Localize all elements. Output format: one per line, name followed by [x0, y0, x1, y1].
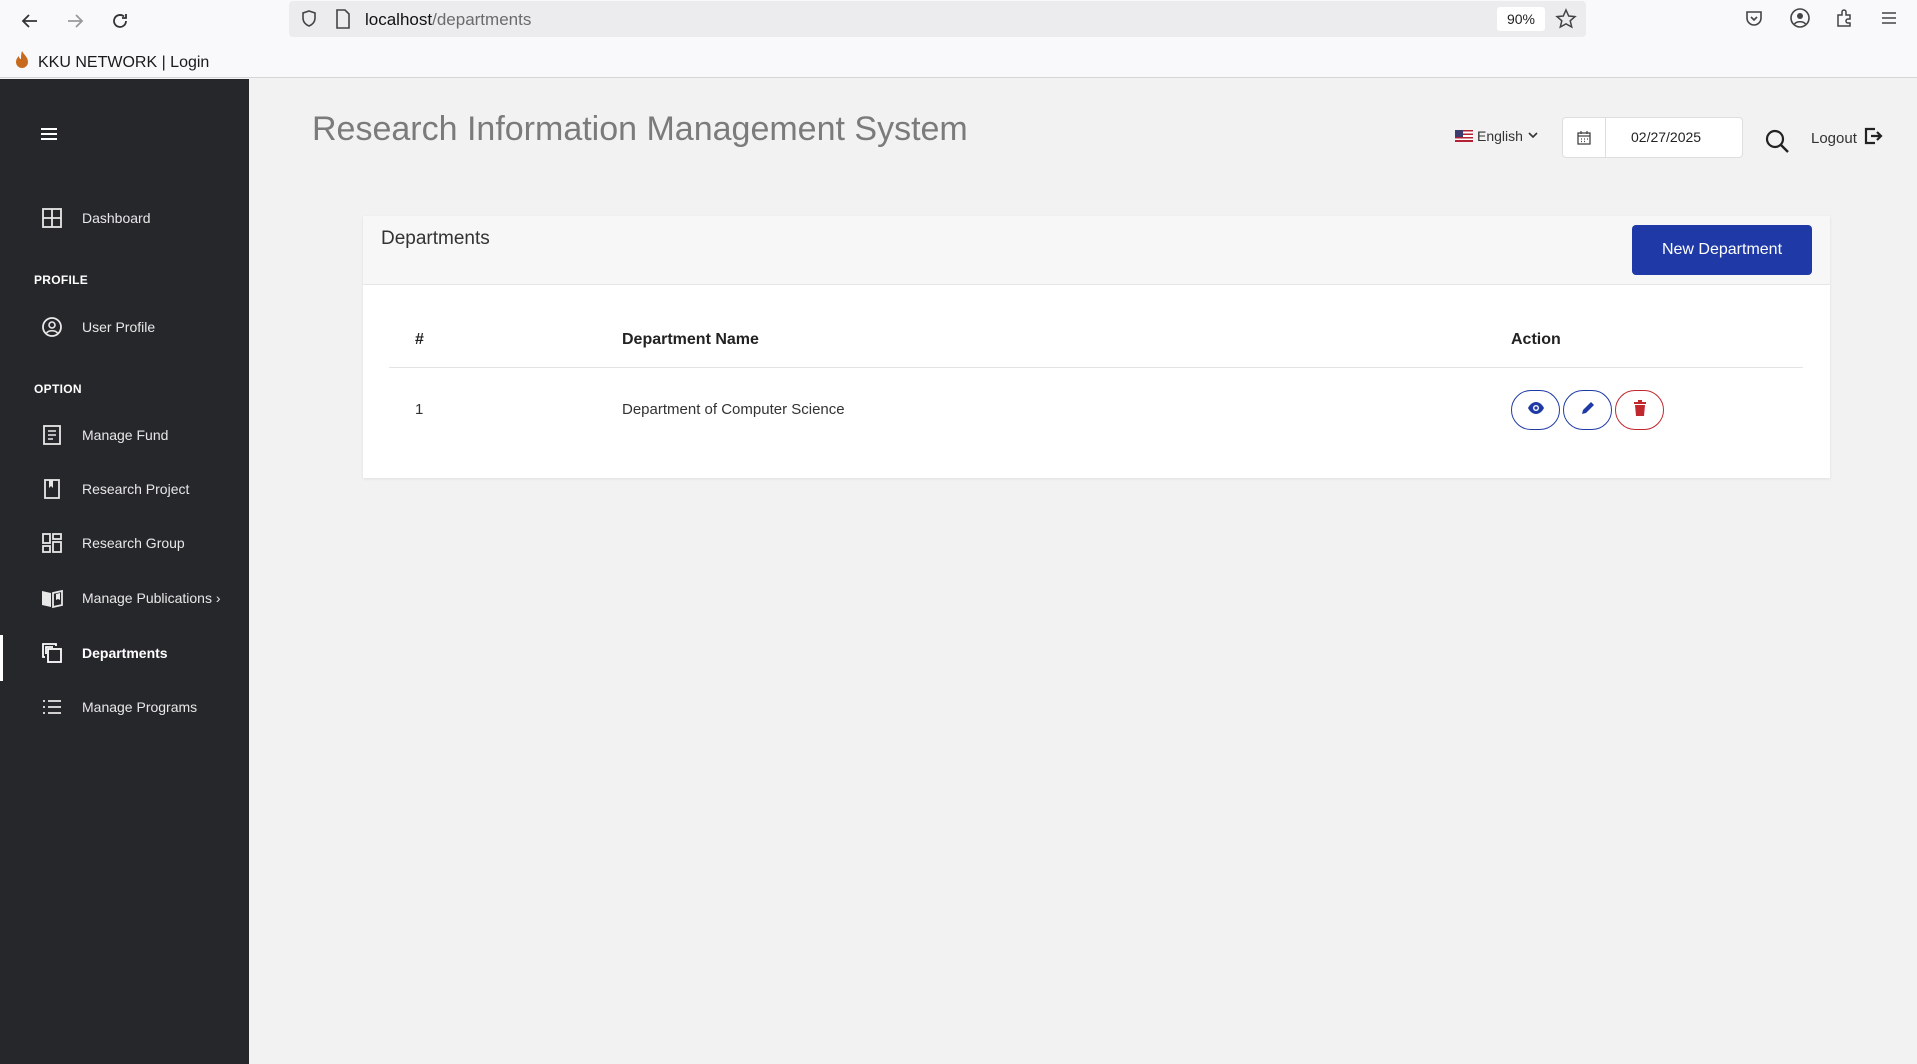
delete-button[interactable] — [1615, 390, 1664, 430]
extensions-icon[interactable] — [1834, 8, 1854, 33]
trash-icon — [1633, 399, 1647, 421]
new-department-button[interactable]: New Department — [1632, 225, 1812, 275]
url-text: localhost/departments — [365, 10, 532, 29]
address-bar[interactable]: localhost/departments 90% — [289, 1, 1586, 37]
logout-label: Logout — [1811, 129, 1857, 147]
browser-toolbar: localhost/departments 90% — [0, 0, 1917, 40]
forward-icon[interactable] — [60, 6, 90, 36]
sidebar-item-departments[interactable]: Departments — [0, 633, 249, 681]
date-value: 02/27/2025 — [1631, 129, 1702, 145]
sidebar-item-label: Dashboard — [82, 210, 151, 226]
copy-icon — [40, 641, 64, 665]
page-icon — [335, 9, 351, 34]
date-picker[interactable]: 02/27/2025 — [1562, 117, 1743, 158]
zoom-level[interactable]: 90% — [1497, 7, 1545, 31]
sidebar-item-label: Departments — [82, 645, 168, 661]
book-open-icon — [40, 586, 64, 610]
list-icon — [40, 695, 64, 719]
sidebar-item-label: Manage Fund — [82, 427, 169, 443]
departments-card: Departments New Department # Department … — [363, 216, 1830, 478]
sidebar-item-user-profile[interactable]: User Profile — [0, 307, 249, 347]
pencil-icon — [1580, 400, 1596, 421]
sidebar-item-label: Research Group — [82, 535, 185, 551]
language-label: English — [1477, 128, 1523, 144]
grid-icon — [40, 206, 64, 230]
sidebar-item-manage-programs[interactable]: Manage Programs — [0, 687, 249, 727]
reload-icon[interactable] — [105, 6, 135, 36]
card-title: Departments — [381, 228, 490, 249]
sidebar-item-label: User Profile — [82, 319, 156, 335]
sidebar-item-research-group[interactable]: Research Group — [0, 523, 249, 563]
section-option: OPTION — [34, 382, 82, 396]
column-header-action: Action — [1511, 331, 1561, 348]
back-icon[interactable] — [15, 6, 45, 36]
column-header-index: # — [415, 331, 424, 348]
bookmarks-bar: KKU NETWORK | Login — [0, 40, 1917, 78]
column-header-department-name: Department Name — [622, 331, 759, 348]
row-index: 1 — [415, 401, 424, 418]
view-button[interactable] — [1511, 390, 1560, 430]
sidebar-item-label: Manage Programs — [82, 699, 198, 715]
us-flag-icon — [1455, 130, 1473, 142]
sidebar-item-label: Manage Publications › — [82, 590, 221, 606]
table-divider — [389, 367, 1803, 368]
eye-icon — [1527, 401, 1545, 420]
menu-icon[interactable] — [1880, 9, 1898, 32]
bookmark-label: KKU NETWORK | Login — [38, 53, 210, 71]
sidebar-item-research-project[interactable]: Research Project — [0, 469, 249, 509]
bookmark-kku-network[interactable]: KKU NETWORK | Login — [14, 50, 209, 75]
dashboard-grid-icon — [40, 531, 64, 555]
section-profile: PROFILE — [34, 273, 89, 287]
sidebar: Dashboard PROFILE User Profile OPTION Ma… — [0, 79, 249, 1064]
sidebar-item-label: Research Project — [82, 481, 190, 497]
sidebar-item-dashboard[interactable]: Dashboard — [0, 198, 249, 238]
language-selector[interactable]: English — [1455, 128, 1539, 144]
flame-icon — [14, 50, 30, 75]
document-icon — [40, 423, 64, 447]
user-circle-icon — [40, 315, 64, 339]
logout-link[interactable]: Logout — [1811, 126, 1883, 150]
chevron-down-icon — [1527, 128, 1539, 144]
pocket-icon[interactable] — [1744, 8, 1764, 33]
shield-icon — [299, 9, 319, 34]
row-department-name: Department of Computer Science — [622, 401, 845, 418]
star-icon[interactable] — [1555, 8, 1577, 35]
bookmark-icon — [40, 477, 64, 501]
edit-button[interactable] — [1563, 390, 1612, 430]
page-title: Research Information Management System — [312, 110, 968, 148]
sidebar-item-manage-fund[interactable]: Manage Fund — [0, 415, 249, 455]
search-icon[interactable] — [1764, 128, 1790, 154]
logout-icon — [1863, 126, 1883, 150]
account-icon[interactable] — [1789, 7, 1811, 34]
calendar-icon[interactable] — [1563, 118, 1606, 157]
card-header: Departments New Department — [363, 216, 1830, 285]
sidebar-item-manage-publications[interactable]: Manage Publications › — [0, 578, 249, 618]
hamburger-menu-icon[interactable] — [38, 123, 60, 145]
